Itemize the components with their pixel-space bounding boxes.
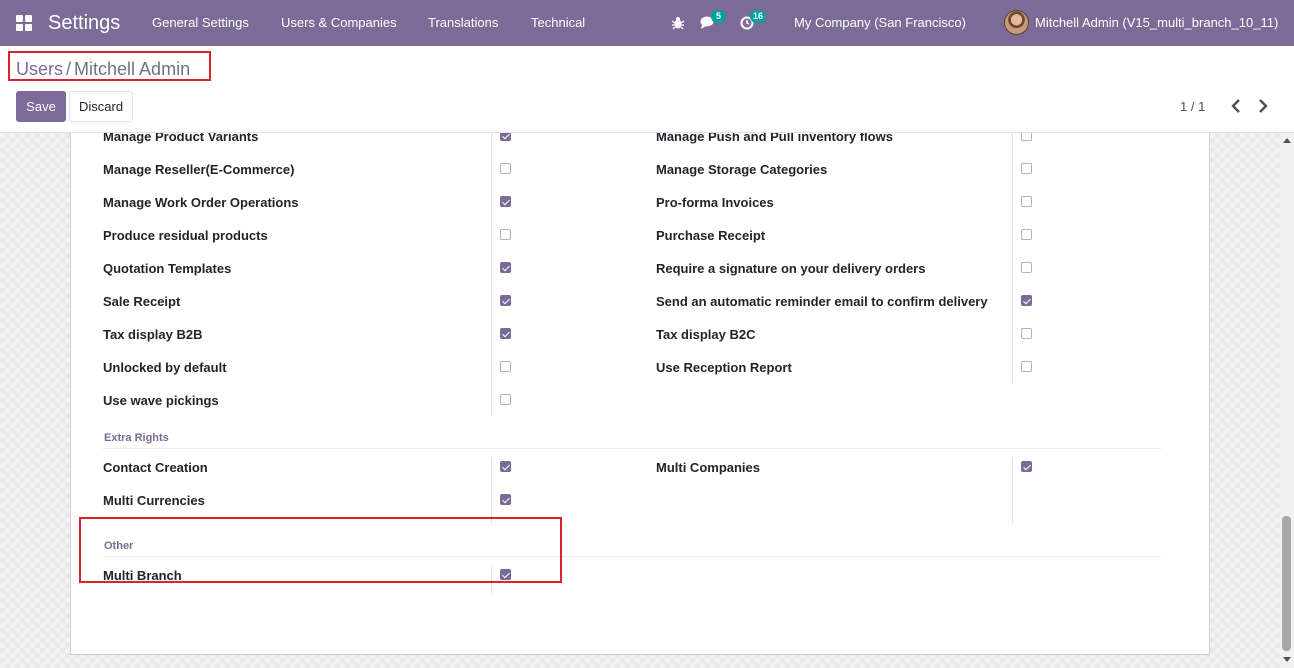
form-sheet: Manage Product Variants Manage Reseller(…	[70, 133, 1210, 655]
scroll-up-arrow-icon[interactable]	[1283, 138, 1291, 143]
save-button[interactable]: Save	[16, 91, 66, 122]
field-label: Use wave pickings	[103, 393, 219, 408]
company-switcher[interactable]: My Company (San Francisco)	[794, 15, 966, 31]
breadcrumb: Users / Mitchell Admin	[8, 51, 211, 81]
chat-icon[interactable]: 5	[700, 10, 726, 33]
field-label: Manage Storage Categories	[656, 162, 828, 177]
chevron-right-icon[interactable]	[1256, 98, 1270, 114]
field-label: Multi Currencies	[103, 493, 205, 508]
field-label: Manage Work Order Operations	[103, 195, 299, 210]
field-label: Manage Product Variants	[103, 133, 259, 144]
menu-translations[interactable]: Translations	[428, 15, 498, 31]
top-navbar: Settings General Settings Users & Compan…	[0, 0, 1294, 46]
field-label: Contact Creation	[103, 460, 208, 475]
menu-general-settings[interactable]: General Settings	[152, 15, 249, 31]
checkbox[interactable]	[500, 163, 511, 174]
vertical-scrollbar[interactable]	[1280, 133, 1294, 668]
field-label: Multi Companies	[656, 460, 761, 475]
breadcrumb-separator: /	[66, 59, 72, 79]
field-label: Purchase Receipt	[656, 228, 766, 243]
field-label: Sale Receipt	[103, 294, 181, 309]
clock-icon[interactable]: 16	[740, 10, 767, 33]
control-panel: Users / Mitchell Admin Save Discard 1 / 1	[0, 46, 1294, 133]
checkbox[interactable]	[500, 133, 511, 141]
checkbox[interactable]	[500, 262, 511, 273]
form-content-area: Manage Product Variants Manage Reseller(…	[0, 133, 1280, 668]
checkbox[interactable]	[500, 295, 511, 306]
scroll-thumb[interactable]	[1282, 516, 1291, 651]
checkbox[interactable]	[1021, 133, 1032, 141]
checkbox[interactable]	[1021, 295, 1032, 306]
checkbox[interactable]	[1021, 163, 1032, 174]
group-title-extra-rights: Extra Rights	[104, 432, 169, 444]
field-label: Pro-forma Invoices	[656, 195, 774, 210]
apps-grid-icon[interactable]	[16, 15, 32, 31]
column-separator	[1012, 458, 1013, 524]
user-menu[interactable]: Mitchell Admin (V15_multi_branch_10_11)	[1004, 10, 1278, 35]
checkbox[interactable]	[1021, 328, 1032, 339]
field-label: Tax display B2C	[656, 327, 756, 342]
field-label: Produce residual products	[103, 228, 268, 243]
field-label: Quotation Templates	[103, 261, 232, 276]
column-separator	[491, 458, 492, 524]
activities-badge: 16	[750, 10, 767, 23]
checkbox[interactable]	[1021, 461, 1032, 472]
field-label: Unlocked by default	[103, 360, 227, 375]
highlight-box	[79, 517, 562, 583]
app-title[interactable]: Settings	[48, 11, 120, 35]
pager-value[interactable]: 1 / 1	[1180, 99, 1205, 115]
checkbox[interactable]	[500, 461, 511, 472]
checkbox[interactable]	[500, 394, 511, 405]
field-label: Use Reception Report	[656, 360, 792, 375]
messages-badge: 5	[711, 10, 726, 23]
column-separator	[491, 133, 492, 416]
breadcrumb-current: Mitchell Admin	[74, 59, 191, 79]
bug-icon[interactable]	[669, 13, 689, 33]
checkbox[interactable]	[500, 229, 511, 240]
field-label: Send an automatic reminder email to conf…	[656, 294, 988, 309]
checkbox[interactable]	[500, 196, 511, 207]
menu-users-companies[interactable]: Users & Companies	[281, 15, 397, 31]
field-label: Manage Push and Pull inventory flows	[656, 133, 893, 144]
field-label: Manage Reseller(E-Commerce)	[103, 162, 295, 177]
breadcrumb-users-link[interactable]: Users	[16, 59, 63, 79]
user-name: Mitchell Admin (V15_multi_branch_10_11)	[1035, 14, 1279, 30]
discard-button[interactable]: Discard	[69, 91, 133, 122]
checkbox[interactable]	[1021, 196, 1032, 207]
chevron-left-icon[interactable]	[1229, 98, 1243, 114]
group-separator	[103, 448, 1161, 449]
scroll-down-arrow-icon[interactable]	[1283, 657, 1291, 662]
field-label: Require a signature on your delivery ord…	[656, 261, 926, 276]
checkbox[interactable]	[1021, 361, 1032, 372]
checkbox[interactable]	[1021, 262, 1032, 273]
avatar	[1004, 10, 1029, 35]
column-separator	[1012, 133, 1013, 383]
checkbox[interactable]	[1021, 229, 1032, 240]
checkbox[interactable]	[500, 494, 511, 505]
checkbox[interactable]	[500, 361, 511, 372]
checkbox[interactable]	[500, 328, 511, 339]
menu-technical[interactable]: Technical	[531, 15, 585, 31]
field-label: Tax display B2B	[103, 327, 203, 342]
